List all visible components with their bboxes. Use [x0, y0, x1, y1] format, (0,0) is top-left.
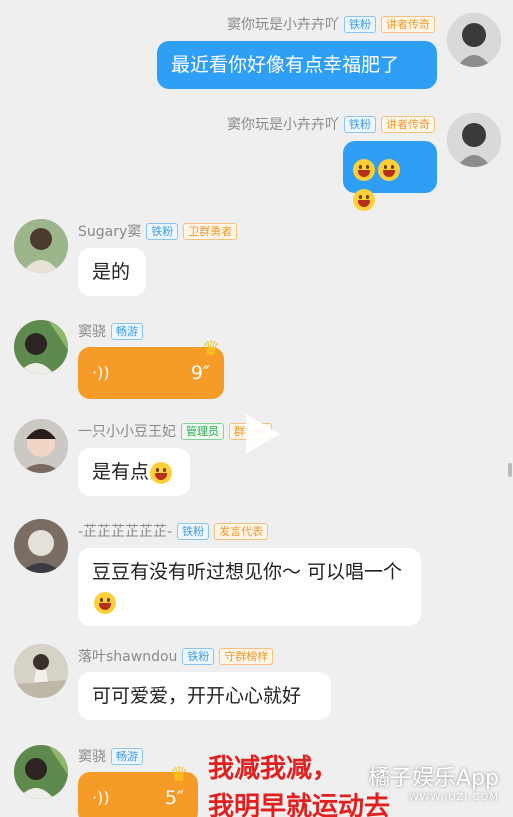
voice-duration: 5″: [164, 787, 184, 809]
badge-fluent: 畅游: [111, 747, 143, 765]
message-bubble[interactable]: 最近看你好像有点幸福肥了: [157, 41, 437, 89]
badge-speaker: 发言代表: [214, 522, 269, 540]
message-bubble[interactable]: 是的: [78, 248, 146, 296]
message-bubble[interactable]: 豆豆有没有听过想见你～ 可以唱一个: [78, 548, 421, 626]
watermark-url: WWW.JUZI.COM: [408, 792, 499, 803]
sender-name: 窦你玩是小卉卉吖: [227, 17, 339, 33]
sender-name-row: Sugary窦 铁粉 卫群勇者: [78, 221, 238, 241]
sender-name-row: 窦你玩是小卉卉吖 铁粉 讲者传奇: [227, 114, 435, 134]
message-text: 是的: [92, 261, 131, 283]
overlay-caption-line: 我明早就运动去: [208, 792, 391, 817]
avatar[interactable]: [447, 113, 501, 167]
sound-wave-icon: ·)): [92, 788, 110, 807]
grinning-emoji-icon: [94, 591, 116, 614]
message-bubble[interactable]: 可可爱爱，开开心心就好: [78, 672, 331, 720]
sender-name-row: -芷芷芷芷芷芷- 铁粉 发言代表: [78, 521, 269, 541]
avatar[interactable]: [14, 745, 68, 799]
sender-name: -芷芷芷芷芷芷-: [78, 524, 173, 540]
scrollbar[interactable]: [508, 463, 512, 477]
overlay-caption: 我减我减， 我明早就运动去: [208, 750, 390, 817]
crown-icon: ♛: [170, 762, 188, 786]
laughing-emoji-icon: [353, 188, 375, 211]
avatar[interactable]: [14, 419, 68, 473]
watermark-brand: 橘子娱乐App: [368, 766, 499, 791]
badge-admin: 管理员: [181, 422, 224, 440]
sender-name: 落叶shawndou: [78, 649, 178, 665]
laughing-emoji-icon: [378, 158, 400, 181]
badge-lecturer: 讲者传奇: [381, 115, 435, 133]
avatar[interactable]: [447, 13, 501, 67]
badge-iron-fan: 铁粉: [182, 647, 215, 665]
sender-name-row: 窦骁 畅游: [78, 321, 143, 341]
badge-iron-fan: 铁粉: [146, 222, 179, 240]
badge-guard-model: 守群榜样: [219, 647, 274, 665]
avatar[interactable]: [14, 644, 68, 698]
sender-name-row: 窦骁 畅游: [78, 746, 143, 766]
overlay-caption-line: 我减我减，: [208, 754, 339, 784]
watermark: 橘子娱乐App WWW.JUZI.COM: [368, 760, 499, 803]
sender-name-row: 落叶shawndou 铁粉 守群榜样: [78, 646, 274, 666]
badge-iron-fan: 铁粉: [344, 115, 376, 133]
voice-duration: 9″: [190, 362, 210, 384]
message-bubble[interactable]: [343, 141, 437, 211]
crown-icon: ♛: [202, 336, 220, 360]
sender-name-row: 窦你玩是小卉卉吖 铁粉 讲者传奇: [227, 14, 435, 34]
avatar[interactable]: [14, 219, 68, 273]
badge-guard: 卫群勇者: [183, 222, 238, 240]
avatar[interactable]: [14, 320, 68, 374]
sender-name: Sugary窦: [78, 224, 142, 240]
badge-fluent: 畅游: [111, 322, 143, 340]
message-bubble[interactable]: 是有点: [78, 448, 190, 496]
laughing-emoji-icon: [353, 158, 375, 181]
sender-name: 一只小小豆王妃: [78, 424, 176, 440]
message-text: 是有点: [92, 461, 150, 483]
avatar[interactable]: [14, 519, 68, 573]
sender-name: 窦你玩是小卉卉吖: [227, 117, 339, 133]
sender-name: 窦骁: [78, 324, 106, 340]
play-icon[interactable]: [240, 410, 284, 458]
badge-iron-fan: 铁粉: [344, 15, 376, 33]
badge-lecturer: 讲者传奇: [381, 15, 435, 33]
badge-iron-fan: 铁粉: [177, 522, 210, 540]
sender-name: 窦骁: [78, 749, 106, 765]
sound-wave-icon: ·)): [92, 363, 110, 382]
message-text: 最近看你好像有点幸福肥了: [171, 54, 400, 76]
crying-laughing-emoji-icon: [150, 461, 173, 484]
message-text: 豆豆有没有听过想见你～ 可以唱一个: [92, 561, 403, 583]
message-text: 可可爱爱，开开心心就好: [92, 685, 302, 707]
